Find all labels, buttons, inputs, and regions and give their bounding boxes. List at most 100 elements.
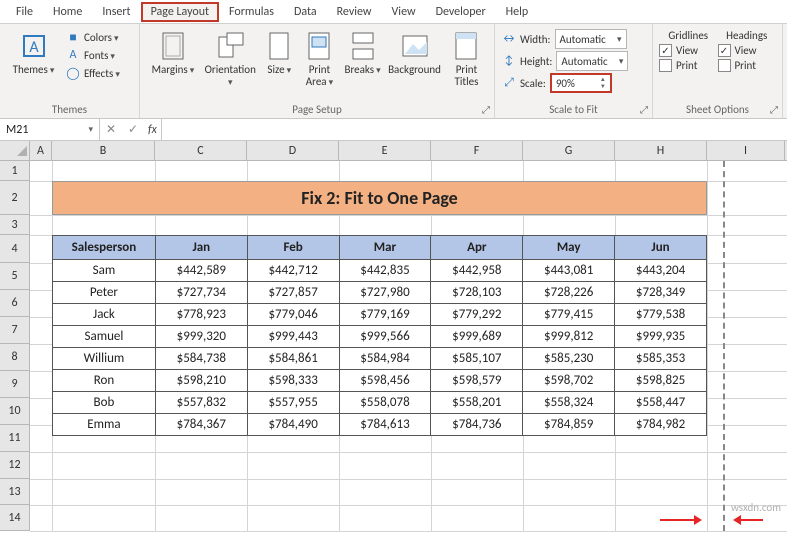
table-header[interactable]: Feb [247, 236, 339, 260]
effects-button[interactable]: ◯Effects [65, 65, 120, 81]
table-cell[interactable]: $558,324 [523, 392, 615, 414]
table-cell[interactable]: $784,736 [431, 414, 523, 436]
table-cell[interactable]: $598,456 [339, 370, 431, 392]
tab-data[interactable]: Data [284, 2, 327, 22]
cancel-formula-icon[interactable]: ✕ [100, 122, 122, 137]
table-cell[interactable]: $598,333 [247, 370, 339, 392]
table-cell[interactable]: $779,292 [431, 304, 523, 326]
table-cell[interactable]: $727,980 [339, 282, 431, 304]
table-cell[interactable]: $558,078 [339, 392, 431, 414]
col-header[interactable]: C [155, 141, 247, 160]
table-cell[interactable]: Peter [53, 282, 156, 304]
col-header[interactable]: B [52, 141, 155, 160]
table-cell[interactable]: $784,982 [615, 414, 707, 436]
tab-help[interactable]: Help [496, 2, 539, 22]
col-header[interactable]: G [523, 141, 615, 160]
table-cell[interactable]: $558,201 [431, 392, 523, 414]
table-cell[interactable]: $727,734 [155, 282, 247, 304]
cells-area[interactable]: Fix 2: Fit to One Page Salesperson Jan F… [30, 161, 787, 531]
table-cell[interactable]: $584,738 [155, 348, 247, 370]
col-header[interactable]: I [707, 141, 785, 160]
row-header[interactable]: 10 [0, 398, 30, 425]
table-cell[interactable]: $585,230 [523, 348, 615, 370]
table-cell[interactable]: $778,923 [155, 304, 247, 326]
print-titles-button[interactable]: Print Titles [445, 28, 488, 90]
table-cell[interactable]: $442,589 [155, 260, 247, 282]
table-cell[interactable]: Willium [53, 348, 156, 370]
tab-formulas[interactable]: Formulas [219, 2, 284, 22]
table-cell[interactable]: $443,204 [615, 260, 707, 282]
tab-file[interactable]: File [6, 2, 43, 22]
table-cell[interactable]: $585,353 [615, 348, 707, 370]
row-header[interactable]: 2 [0, 181, 30, 215]
scale-launcher-icon[interactable]: ⤢ [640, 103, 648, 116]
col-header[interactable]: D [247, 141, 339, 160]
select-all-corner[interactable] [0, 141, 30, 160]
table-cell[interactable]: Emma [53, 414, 156, 436]
table-cell[interactable]: $584,861 [247, 348, 339, 370]
colors-button[interactable]: ■Colors [65, 29, 120, 45]
table-cell[interactable]: $598,825 [615, 370, 707, 392]
themes-button[interactable]: A Themes [6, 28, 61, 78]
table-cell[interactable]: $727,857 [247, 282, 339, 304]
breaks-button[interactable]: Breaks [341, 28, 384, 78]
table-header[interactable]: Mar [339, 236, 431, 260]
table-cell[interactable]: $784,859 [523, 414, 615, 436]
row-header[interactable]: 5 [0, 263, 30, 290]
table-cell[interactable]: Samuel [53, 326, 156, 348]
table-cell[interactable]: $999,812 [523, 326, 615, 348]
page-setup-launcher-icon[interactable]: ⤢ [482, 103, 490, 116]
table-cell[interactable]: $442,712 [247, 260, 339, 282]
row-header[interactable]: 8 [0, 344, 30, 371]
row-header[interactable]: 7 [0, 317, 30, 344]
table-cell[interactable]: $728,226 [523, 282, 615, 304]
table-header[interactable]: Jan [155, 236, 247, 260]
scale-spinner[interactable]: ▲▼ [600, 76, 606, 90]
sheet-options-launcher-icon[interactable]: ⤢ [770, 103, 778, 116]
table-cell[interactable]: $784,613 [339, 414, 431, 436]
sheet-title[interactable]: Fix 2: Fit to One Page [52, 181, 707, 215]
table-cell[interactable]: Bob [53, 392, 156, 414]
col-header[interactable]: A [30, 141, 52, 160]
gridlines-view-checkbox[interactable]: ✓View [659, 44, 718, 57]
table-cell[interactable]: $585,107 [431, 348, 523, 370]
background-button[interactable]: Background [384, 28, 445, 78]
print-area-button[interactable]: Print Area [298, 28, 341, 90]
row-header[interactable]: 12 [0, 452, 30, 479]
table-cell[interactable]: $779,415 [523, 304, 615, 326]
tab-developer[interactable]: Developer [426, 2, 496, 22]
table-cell[interactable]: $999,320 [155, 326, 247, 348]
table-cell[interactable]: $999,935 [615, 326, 707, 348]
row-header[interactable]: 4 [0, 235, 30, 263]
scale-width-select[interactable]: Automatic▾ [555, 29, 627, 49]
table-cell[interactable]: $558,447 [615, 392, 707, 414]
headings-print-checkbox[interactable]: Print [718, 59, 777, 72]
table-cell[interactable]: $779,169 [339, 304, 431, 326]
tab-insert[interactable]: Insert [92, 2, 140, 22]
table-cell[interactable]: $442,835 [339, 260, 431, 282]
table-cell[interactable]: $784,367 [155, 414, 247, 436]
scale-percent-input[interactable]: 90%▲▼ [550, 73, 612, 93]
row-header[interactable]: 3 [0, 215, 30, 235]
table-cell[interactable]: $557,955 [247, 392, 339, 414]
table-header[interactable]: Salesperson [53, 236, 156, 260]
size-button[interactable]: Size [261, 28, 298, 78]
table-header[interactable]: Apr [431, 236, 523, 260]
table-cell[interactable]: $779,538 [615, 304, 707, 326]
tab-page-layout[interactable]: Page Layout [141, 2, 219, 22]
margins-button[interactable]: Margins [146, 28, 200, 78]
table-cell[interactable]: $442,958 [431, 260, 523, 282]
row-header[interactable]: 11 [0, 425, 30, 452]
enter-formula-icon[interactable]: ✓ [122, 122, 144, 137]
fonts-button[interactable]: AFonts [65, 47, 120, 63]
table-cell[interactable]: $728,349 [615, 282, 707, 304]
data-table[interactable]: Salesperson Jan Feb Mar Apr May Jun Sam$… [52, 235, 707, 436]
table-cell[interactable]: $784,490 [247, 414, 339, 436]
table-cell[interactable]: $999,443 [247, 326, 339, 348]
row-header[interactable]: 6 [0, 290, 30, 317]
col-header[interactable]: E [339, 141, 431, 160]
row-header[interactable]: 9 [0, 371, 30, 398]
table-cell[interactable]: $584,984 [339, 348, 431, 370]
table-cell[interactable]: $999,689 [431, 326, 523, 348]
formula-input[interactable] [161, 119, 787, 140]
